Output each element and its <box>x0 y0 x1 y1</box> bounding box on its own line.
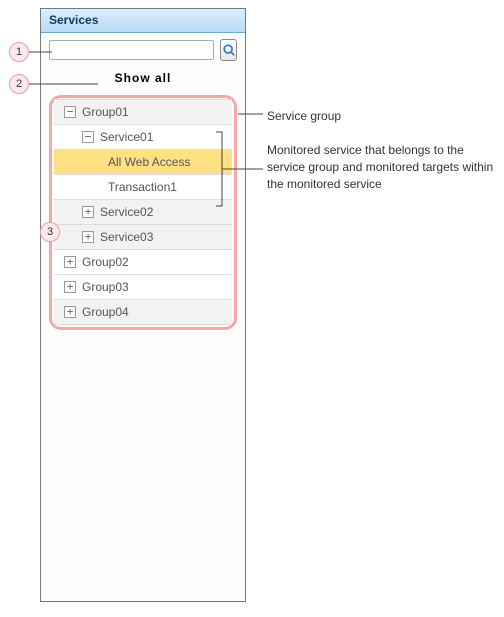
collapse-icon[interactable]: − <box>82 131 94 143</box>
search-row <box>41 33 245 67</box>
annotation-monitored-service: Monitored service that belongs to the se… <box>267 142 497 192</box>
expand-icon[interactable]: + <box>64 281 76 293</box>
expand-icon[interactable]: + <box>64 306 76 318</box>
tree-group[interactable]: + Group04 <box>54 299 232 325</box>
tree-group[interactable]: + Group03 <box>54 274 232 300</box>
search-input[interactable] <box>49 40 214 60</box>
tree-service[interactable]: + Service03 <box>54 224 232 250</box>
panel-title: Services <box>49 13 98 27</box>
callout-badge-2: 2 <box>9 74 29 94</box>
tree-label: Group01 <box>82 105 232 119</box>
callout-badge-1: 1 <box>9 42 29 62</box>
show-all-link[interactable]: Show all <box>41 67 245 95</box>
search-button[interactable] <box>220 39 237 61</box>
magnifier-icon <box>222 43 236 57</box>
tree-service[interactable]: − Service01 <box>54 124 232 150</box>
tree-target-selected[interactable]: All Web Access <box>54 149 232 175</box>
tree-target[interactable]: Transaction1 <box>54 174 232 200</box>
callout-badge-3: 3 <box>40 222 60 242</box>
tree-label: All Web Access <box>108 155 232 169</box>
tree-group[interactable]: + Group02 <box>54 249 232 275</box>
tree-label: Service01 <box>100 130 232 144</box>
tree-label: Group03 <box>82 280 232 294</box>
tree-label: Transaction1 <box>108 180 232 194</box>
tree: − Group01 − Service01 All Web Access Tra… <box>49 95 237 330</box>
collapse-icon[interactable]: − <box>64 106 76 118</box>
tree-service[interactable]: + Service02 <box>54 199 232 225</box>
annotation-service-group: Service group <box>267 108 341 125</box>
expand-icon[interactable]: + <box>64 256 76 268</box>
expand-icon[interactable]: + <box>82 231 94 243</box>
panel-header: Services <box>41 9 245 33</box>
tree-label: Service03 <box>100 230 232 244</box>
tree-group[interactable]: − Group01 <box>54 99 232 125</box>
services-panel: Services Show all − Group01 − Service01 … <box>40 8 246 602</box>
tree-label: Group04 <box>82 305 232 319</box>
expand-icon[interactable]: + <box>82 206 94 218</box>
tree-label: Group02 <box>82 255 232 269</box>
tree-label: Service02 <box>100 205 232 219</box>
